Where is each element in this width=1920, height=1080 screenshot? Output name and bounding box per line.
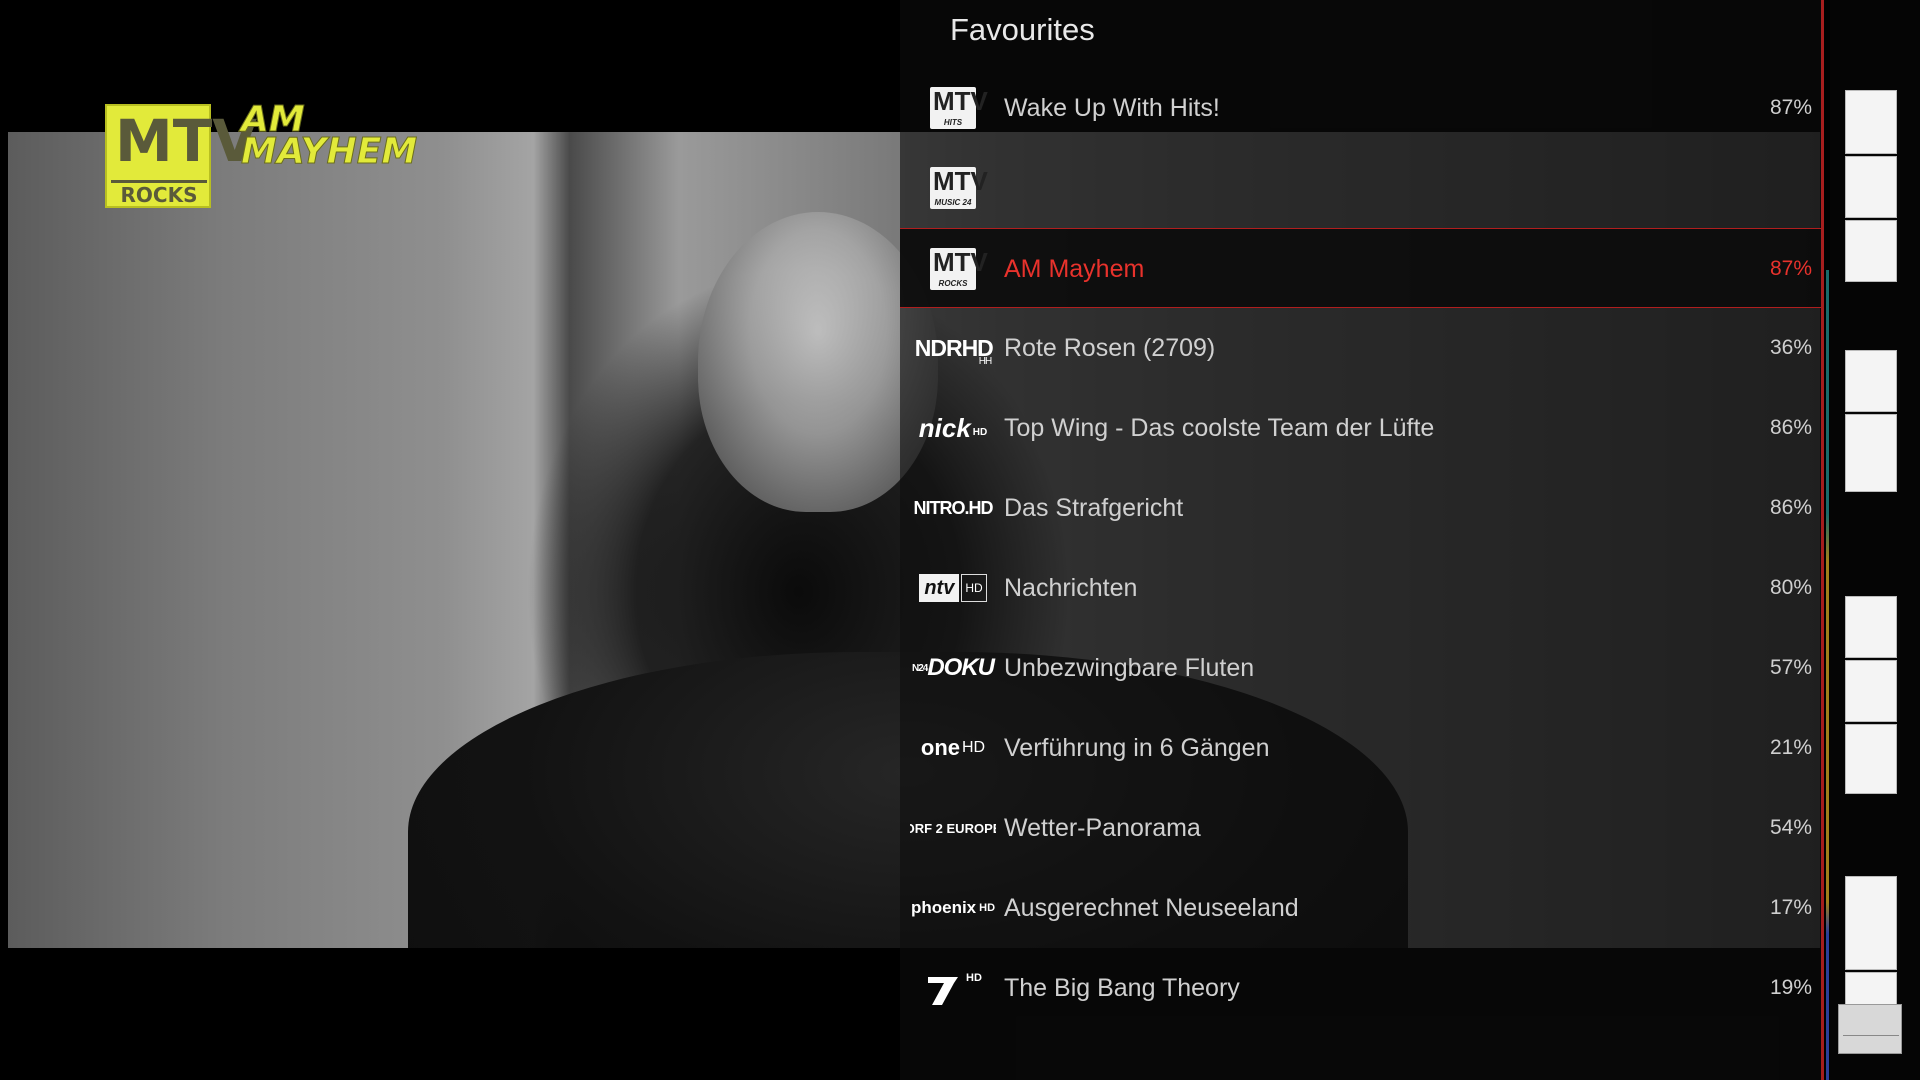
programme-title: Das Strafgericht (1004, 494, 1184, 522)
channel-row[interactable]: MTV HITS Wake Up With Hits! 87% (900, 68, 1822, 148)
channel-row[interactable]: ORF 2 EUROPE Wetter-Panorama 54% (900, 788, 1822, 868)
channel-row-selected[interactable]: MTV ROCKS AM Mayhem 87% (900, 228, 1822, 308)
programme-title (1004, 166, 1654, 210)
programme-progress: 57% (1769, 656, 1812, 679)
orf2-europe-logo: ORF 2 EUROPE (910, 800, 996, 856)
programme-progress: 87% (1769, 96, 1812, 119)
programme-progress: 87% (1769, 257, 1812, 280)
logo-text: phoenix (910, 898, 977, 917)
logo-text: MTV (933, 247, 988, 277)
programme-title: Wetter-Panorama (1004, 814, 1201, 842)
channel-bug: MTV ROCKS AM MAYHEM (105, 99, 425, 212)
scroll-thumb[interactable] (1845, 660, 1897, 722)
scroll-thumb[interactable] (1845, 414, 1897, 492)
logo-sub: MUSIC 24 (934, 198, 972, 207)
scroll-thumb[interactable] (1845, 724, 1897, 794)
mtv-hits-logo: MTV HITS (910, 80, 996, 136)
nitro-hd-logo: NITRO.HD (910, 480, 996, 536)
scroll-thumb[interactable] (1845, 156, 1897, 218)
logo-sub: HD (979, 902, 996, 914)
bug-show-title: AM MAYHEM (240, 99, 418, 172)
panel-edge-color-strip (1826, 270, 1829, 1080)
scroll-thumb[interactable] (1845, 220, 1897, 282)
logo-sub: HD (972, 426, 988, 438)
one-hd-logo: one HD (910, 720, 996, 776)
channel-list-panel: Favourites MTV HITS Wake Up With Hits! 87… (900, 0, 1822, 1080)
programme-title: Verführung in 6 Gängen (1004, 734, 1270, 762)
panel-title: Favourites (950, 12, 1095, 47)
scroll-position-indicator[interactable] (1838, 1004, 1902, 1054)
logo-sub: HD (966, 972, 982, 984)
pro7-hd-logo: HD (910, 960, 996, 1016)
programme-progress: 86% (1769, 496, 1812, 519)
channel-row[interactable]: MTV MUSIC 24 (900, 148, 1822, 228)
logo-text: nick (918, 412, 971, 443)
logo-text: ORF 2 EUROPE (910, 820, 996, 836)
scroll-thumb[interactable] (1845, 596, 1897, 658)
channel-row[interactable]: HD The Big Bang Theory 19% (900, 948, 1822, 1028)
programme-progress: 17% (1769, 896, 1812, 919)
mtv-music24-logo: MTV MUSIC 24 (910, 160, 996, 216)
channel-row[interactable]: ntv HD Nachrichten 80% (900, 548, 1822, 628)
channel-row[interactable]: nick HD Top Wing - Das coolste Team der L… (900, 388, 1822, 468)
logo-sub: N24 (911, 662, 928, 674)
nick-hd-logo: nick HD (910, 400, 996, 456)
logo-sub: HD (961, 574, 987, 602)
programme-progress: 54% (1769, 816, 1812, 839)
phoenix-hd-logo: phoenix HD (910, 880, 996, 936)
n24-doku-logo: N24 DOKU (910, 640, 996, 696)
programme-title: Rote Rosen (2709) (1004, 334, 1216, 362)
logo-text: NITRO.HD (913, 497, 994, 518)
logo-sub: HD (962, 739, 986, 756)
logo-text: MTV (933, 86, 988, 116)
programme-progress: 80% (1769, 576, 1812, 599)
scroll-thumb[interactable] (1845, 876, 1897, 970)
bug-logo-text: MTV (115, 107, 258, 175)
logo-text: MTV (933, 166, 988, 196)
logo-text: DOKU (927, 654, 995, 681)
logo-text: one (920, 735, 960, 760)
programme-title: Wake Up With Hits! (1004, 94, 1220, 122)
ntv-hd-logo: ntv HD (910, 560, 996, 616)
channel-row[interactable]: phoenix HD Ausgerechnet Neuseeland 17% (900, 868, 1822, 948)
programme-progress: 36% (1769, 336, 1812, 359)
channel-row[interactable]: one HD Verführung in 6 Gängen 21% (900, 708, 1822, 788)
programme-title: AM Mayhem (1004, 255, 1145, 283)
programme-title: Nachrichten (1004, 574, 1138, 602)
scroll-thumb[interactable] (1845, 350, 1897, 412)
logo-text: ntv (919, 574, 960, 602)
channel-row[interactable]: N24 DOKU Unbezwingbare Fluten 57% (900, 628, 1822, 708)
ndr-hd-logo: NDRHD HH (910, 320, 996, 376)
programme-title: The Big Bang Theory (1004, 974, 1240, 1002)
programme-progress (1732, 166, 1812, 210)
channel-row[interactable]: NITRO.HD Das Strafgericht 86% (900, 468, 1822, 548)
programme-title: Ausgerechnet Neuseeland (1004, 894, 1299, 922)
scroll-thumb[interactable] (1845, 90, 1897, 154)
mtv-rocks-logo: MTV ROCKS (910, 241, 996, 297)
logo-sub: ROCKS (938, 279, 968, 288)
programme-progress: 86% (1769, 416, 1812, 439)
channel-list: MTV HITS Wake Up With Hits! 87% MTV MUSIC … (900, 68, 1822, 1028)
panel-edge-line (1821, 0, 1824, 1080)
logo-sub: HH (978, 355, 992, 367)
logo-sub: HITS (943, 118, 963, 127)
mtv-rocks-bug-logo: MTV ROCKS (105, 104, 257, 208)
programme-progress: 19% (1769, 976, 1812, 999)
channel-row[interactable]: NDRHD HH Rote Rosen (2709) 36% (900, 308, 1822, 388)
programme-title: Unbezwingbare Fluten (1004, 654, 1255, 682)
bug-logo-sub: ROCKS (111, 180, 207, 207)
programme-title: Top Wing - Das coolste Team der Lüfte (1004, 414, 1435, 442)
programme-progress: 21% (1769, 736, 1812, 759)
